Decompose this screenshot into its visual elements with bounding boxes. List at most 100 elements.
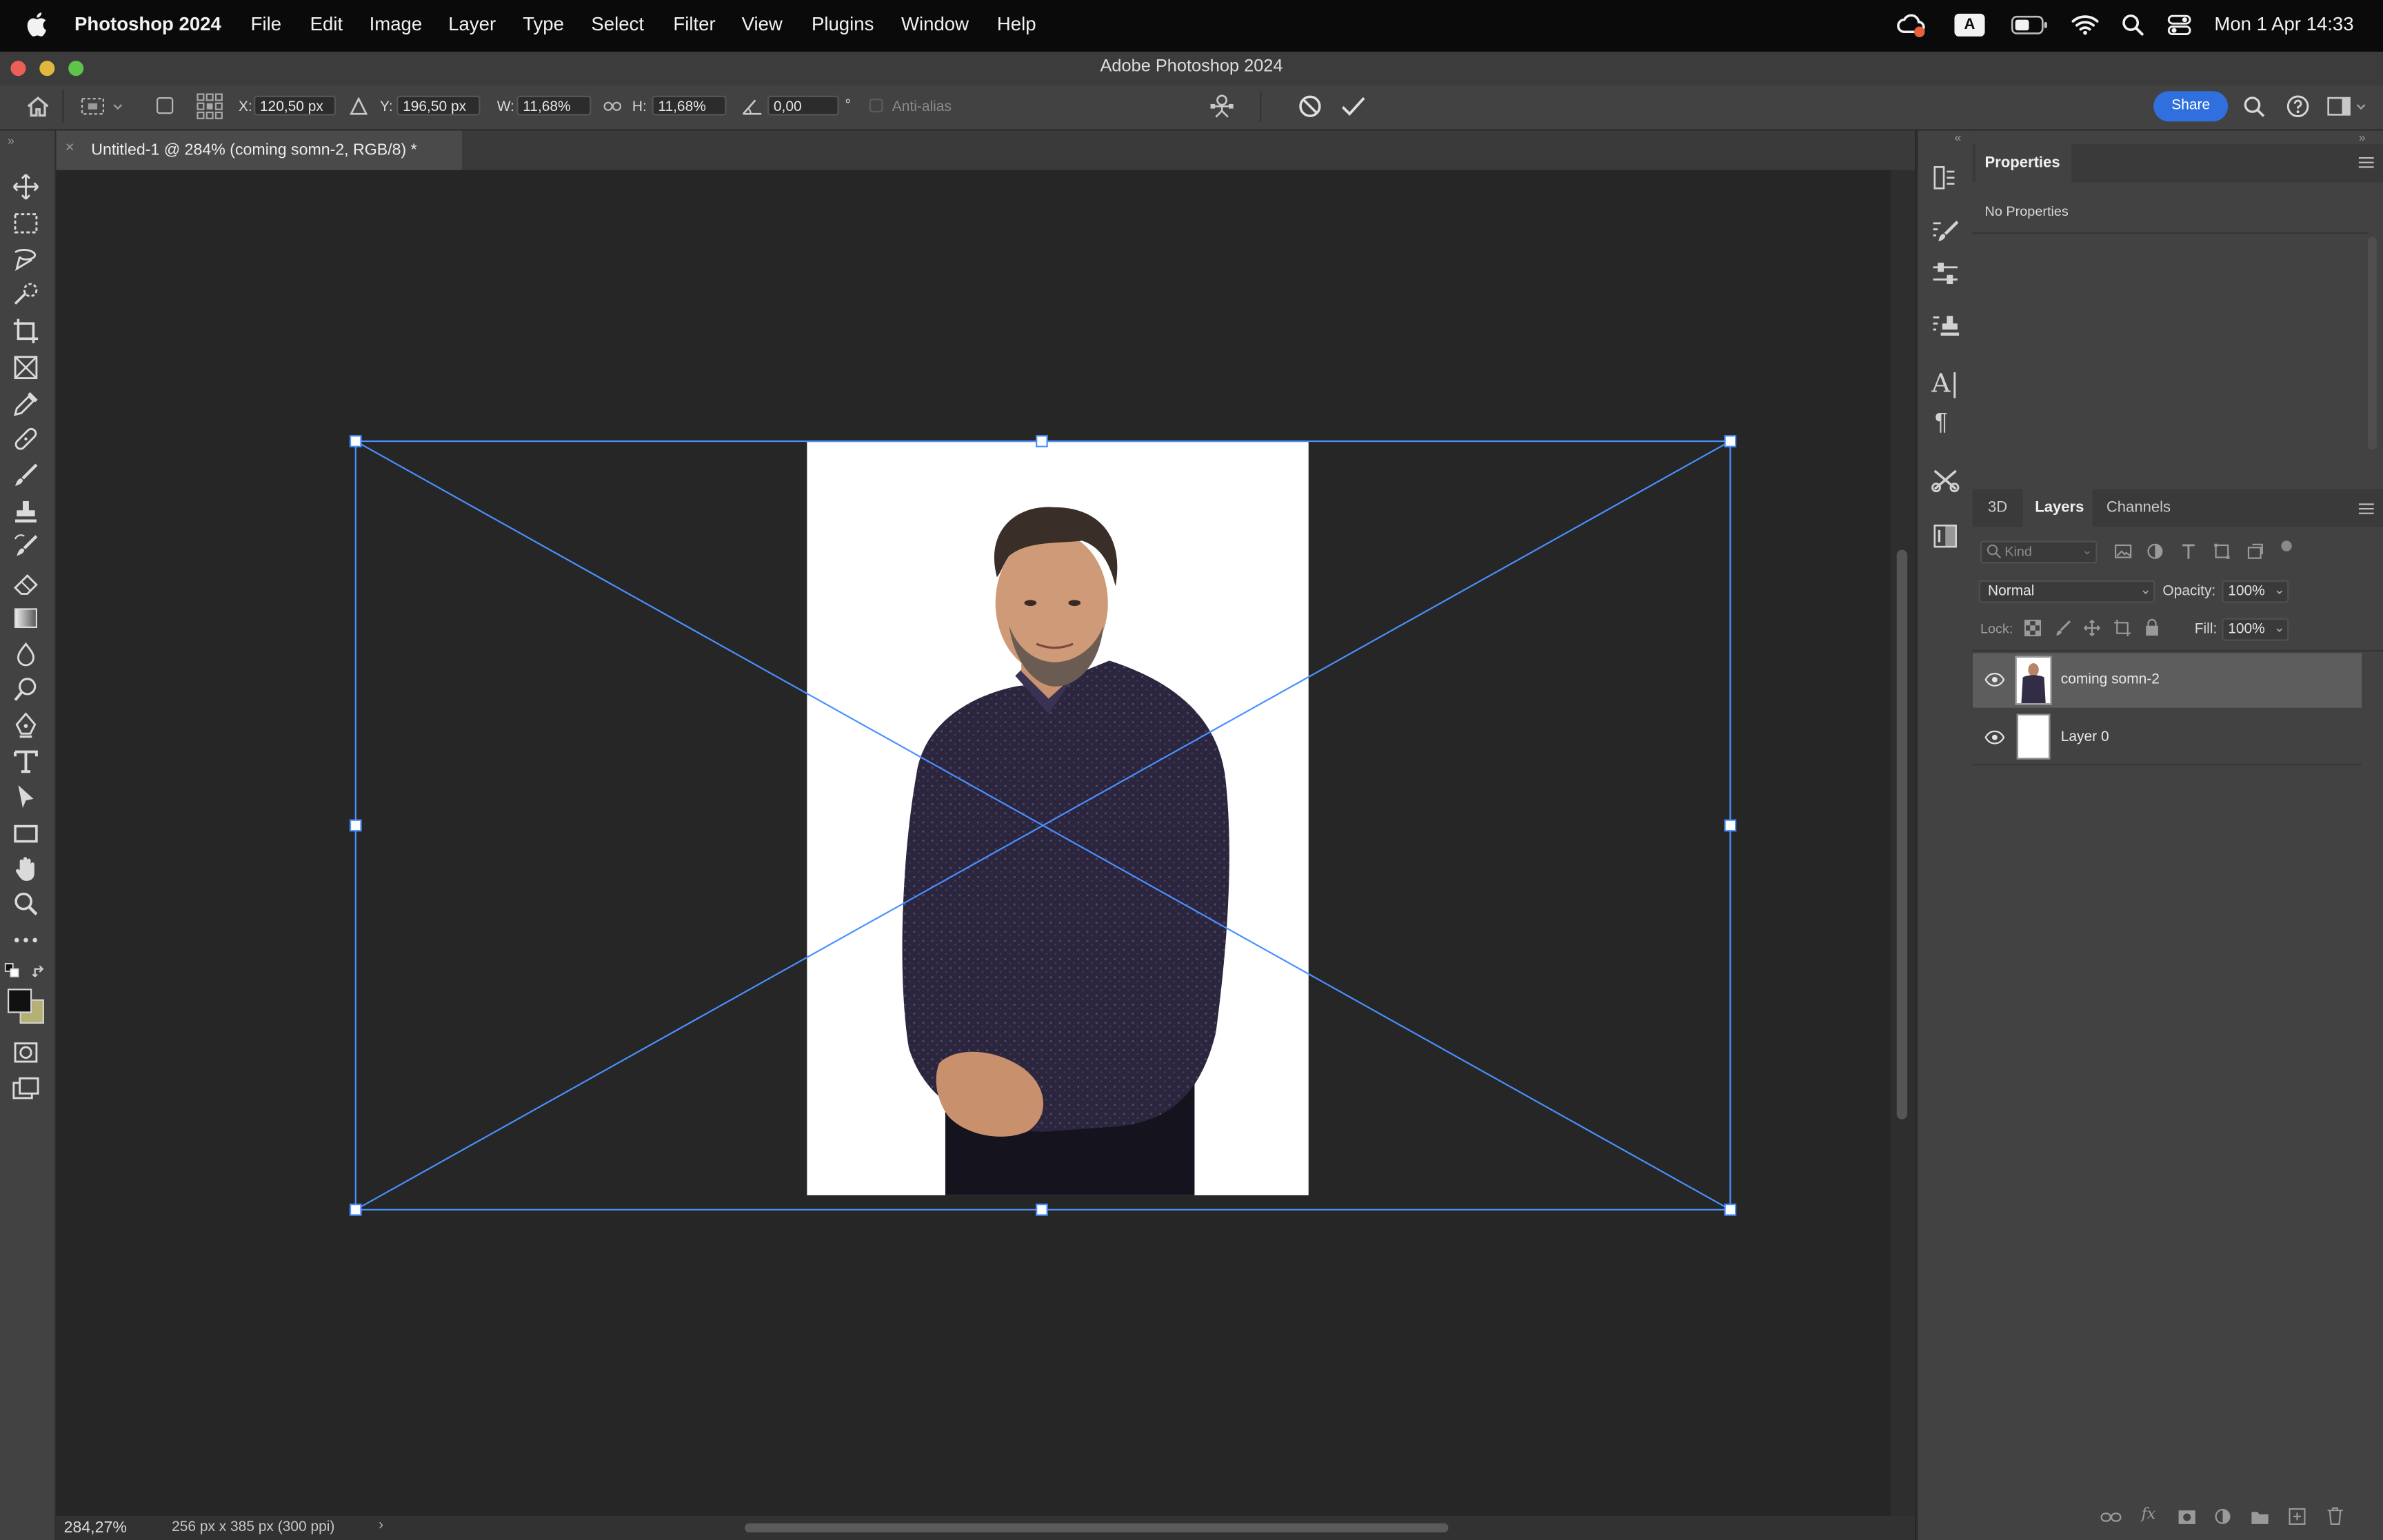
layer-row-layer-0[interactable]: Layer 0	[1972, 709, 2362, 766]
menu-window[interactable]: Window	[901, 14, 969, 35]
object-selection-tool-icon[interactable]	[10, 281, 41, 312]
workspace-switcher-icon[interactable]	[2326, 96, 2369, 117]
delete-layer-trash-icon[interactable]	[2326, 1507, 2343, 1526]
new-layer-icon[interactable]	[2289, 1508, 2306, 1526]
menu-file[interactable]: File	[251, 14, 281, 35]
screen-mode-icon[interactable]	[10, 1074, 41, 1104]
transform-handle-bottom[interactable]	[1036, 1204, 1048, 1216]
crop-tool-icon[interactable]	[10, 316, 41, 346]
spot-healing-brush-tool-icon[interactable]	[10, 424, 41, 454]
vertical-scroll-thumb[interactable]	[1896, 549, 1908, 1119]
reference-point-toggle[interactable]	[157, 97, 174, 114]
x-position-field[interactable]: 120,50 px	[254, 95, 336, 116]
menu-layer[interactable]: Layer	[448, 14, 496, 35]
character-panel-icon[interactable]: A|	[1931, 369, 1959, 399]
lock-position-icon[interactable]	[2084, 620, 2100, 636]
status-menu-chevron-icon[interactable]: ›	[379, 1517, 383, 1534]
libraries-panel-icon[interactable]	[1931, 523, 1959, 550]
menubar-clock[interactable]: Mon 1 Apr 14:33	[2214, 14, 2353, 35]
type-tool-icon[interactable]	[10, 746, 41, 776]
share-button[interactable]: Share	[2153, 91, 2229, 122]
relative-position-icon[interactable]	[350, 97, 368, 115]
cancel-transform-icon[interactable]	[1298, 94, 1322, 119]
tab-layers[interactable]: Layers	[2022, 489, 2093, 527]
filter-toggle-icon[interactable]	[2281, 540, 2292, 551]
tab-channels[interactable]: Channels	[2107, 500, 2171, 516]
spotlight-icon[interactable]	[2122, 14, 2144, 37]
blend-mode-select[interactable]: Normal ⌄	[1978, 580, 2155, 603]
move-tool-icon[interactable]	[10, 172, 41, 202]
menu-view[interactable]: View	[742, 14, 783, 35]
swap-colors-icon[interactable]	[32, 964, 47, 980]
history-panel-icon[interactable]	[1931, 164, 1959, 192]
dodge-tool-icon[interactable]	[10, 674, 41, 705]
document-canvas[interactable]	[57, 170, 1891, 1516]
new-adjustment-layer-icon[interactable]	[2214, 1508, 2231, 1525]
tab-3d[interactable]: 3D	[1988, 500, 2007, 516]
pen-tool-icon[interactable]	[10, 711, 41, 741]
lock-transparent-pixels-icon[interactable]	[2024, 619, 2042, 637]
layer-row-coming-somn-2[interactable]: coming somn-2	[1972, 653, 2362, 708]
transform-handle-left[interactable]	[349, 819, 362, 832]
battery-icon[interactable]	[2011, 15, 2049, 35]
brush-settings-panel-icon[interactable]	[1930, 219, 1960, 246]
menu-image[interactable]: Image	[370, 14, 423, 35]
tool-presets-panel-icon[interactable]	[1930, 466, 1960, 494]
filter-smart-object-icon[interactable]	[2246, 543, 2264, 560]
filter-pixel-icon[interactable]	[2114, 543, 2132, 560]
anti-alias-checkbox[interactable]	[869, 99, 883, 113]
brush-tool-icon[interactable]	[10, 460, 41, 491]
blur-tool-icon[interactable]	[10, 640, 41, 670]
lock-image-pixels-icon[interactable]	[2055, 620, 2071, 636]
layers-menu-icon[interactable]	[2358, 503, 2374, 515]
transform-handle-bottom-left[interactable]	[349, 1204, 362, 1216]
document-tab[interactable]: × Untitled-1 @ 284% (coming somn-2, RGB/…	[56, 130, 463, 170]
layer-filter-select[interactable]: Kind ⌄	[1980, 540, 2098, 564]
layer-visibility-eye-icon[interactable]	[1984, 673, 2005, 687]
transform-handle-top-right[interactable]	[1724, 435, 1737, 447]
menu-app-name[interactable]: Photoshop 2024	[74, 14, 221, 35]
properties-menu-icon[interactable]	[2358, 156, 2374, 169]
edit-toolbar-icon[interactable]	[10, 925, 41, 955]
home-icon[interactable]	[26, 96, 50, 117]
clone-stamp-tool-icon[interactable]	[10, 496, 41, 527]
commit-transform-icon[interactable]	[1340, 94, 1366, 119]
quick-mask-icon[interactable]	[10, 1037, 41, 1068]
menu-select[interactable]: Select	[591, 14, 644, 35]
filter-shape-icon[interactable]	[2213, 543, 2231, 560]
menu-plugins[interactable]: Plugins	[812, 14, 874, 35]
foreground-color-swatch[interactable]	[8, 989, 32, 1013]
fill-field[interactable]: 100% ⌄	[2222, 618, 2289, 641]
vertical-scrollbar[interactable]	[1890, 170, 1916, 1516]
search-icon[interactable]	[2243, 96, 2266, 119]
frame-tool-icon[interactable]	[10, 352, 41, 383]
layer-name[interactable]: Layer 0	[2061, 729, 2109, 746]
filter-adjustment-icon[interactable]	[2146, 543, 2164, 560]
lock-artboard-icon[interactable]	[2113, 619, 2131, 637]
apple-icon[interactable]	[26, 12, 47, 37]
rectangle-tool-icon[interactable]	[10, 819, 41, 849]
zoom-tool-icon[interactable]	[10, 889, 41, 919]
default-colors-icon[interactable]	[4, 963, 20, 978]
puppet-warp-icon[interactable]	[1208, 94, 1236, 120]
tool-preset-icon[interactable]	[81, 96, 123, 117]
control-center-icon[interactable]	[2167, 14, 2191, 37]
gradient-tool-icon[interactable]	[10, 603, 41, 634]
collapse-panels-icon[interactable]: »	[2359, 130, 2366, 144]
transform-handle-right[interactable]	[1724, 819, 1737, 832]
canvas-area[interactable]	[56, 170, 1891, 1516]
lock-all-icon[interactable]	[2144, 618, 2160, 636]
document-info[interactable]: 256 px x 385 px (300 ppi)	[172, 1519, 334, 1535]
transform-handle-bottom-right[interactable]	[1724, 1204, 1737, 1216]
creative-cloud-icon[interactable]	[1897, 14, 1927, 38]
opacity-field[interactable]: 100% ⌄	[2222, 580, 2289, 603]
eraser-tool-icon[interactable]	[10, 568, 41, 598]
path-selection-tool-icon[interactable]	[10, 782, 41, 813]
new-group-folder-icon[interactable]	[2251, 1510, 2269, 1525]
link-proportions-icon[interactable]	[603, 99, 622, 114]
layer-style-fx-icon[interactable]: fx	[2142, 1507, 2156, 1523]
width-field[interactable]: 11,68%	[516, 95, 592, 116]
properties-tab[interactable]: Properties	[1975, 144, 2072, 183]
clone-source-panel-icon[interactable]	[1930, 313, 1960, 341]
layer-name[interactable]: coming somn-2	[2061, 671, 2160, 688]
